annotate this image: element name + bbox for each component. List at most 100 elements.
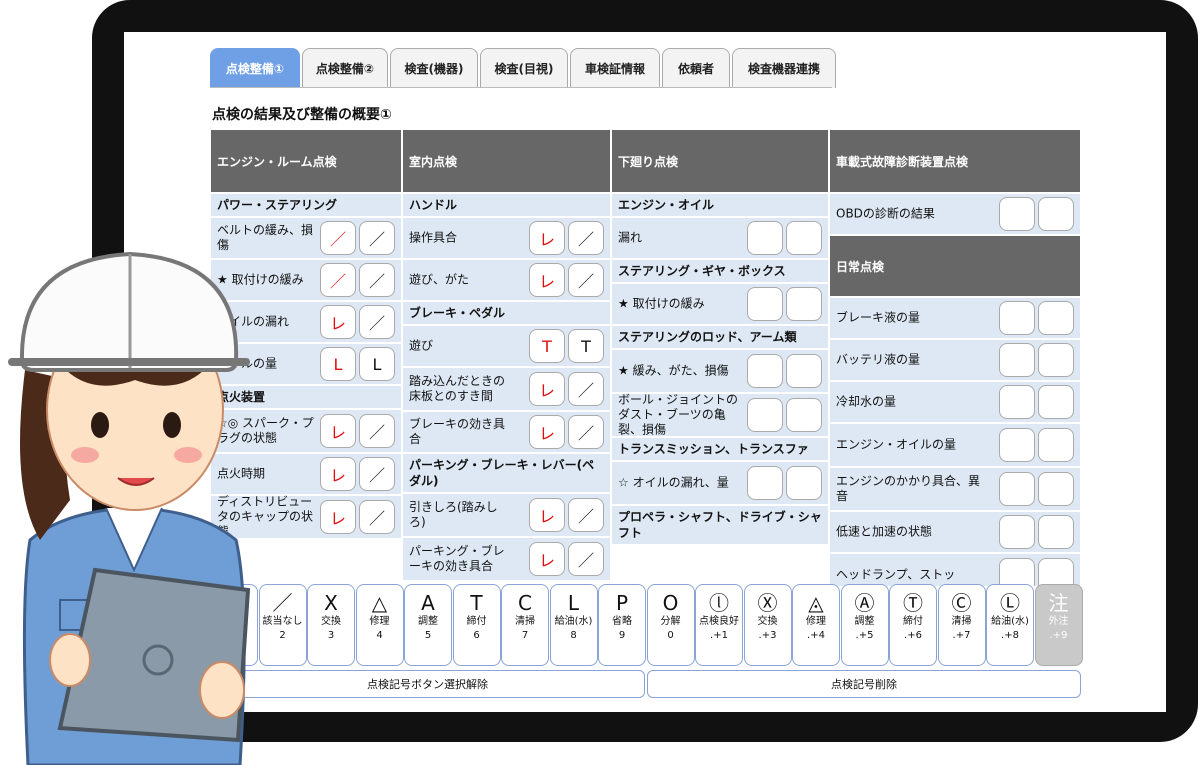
symbol-button[interactable]: Ⓒ 清掃 .+7 — [937, 584, 986, 666]
clear-selection-button[interactable]: 点検記号ボタン選択解除 — [210, 670, 645, 698]
symbol-button[interactable]: A 調整 5 — [404, 584, 452, 666]
maintenance-mark-button[interactable]: ／ — [359, 414, 395, 448]
symbol-button[interactable]: Ⓛ 給油(水) .+8 — [986, 584, 1034, 666]
maintenance-mark-button[interactable]: ／ — [359, 457, 395, 491]
maintenance-mark-button[interactable] — [786, 287, 822, 321]
maintenance-mark-button[interactable] — [1038, 197, 1074, 231]
inspection-row: ボール・ジョイントのダスト・ブーツの亀裂、損傷 — [612, 392, 828, 437]
maintenance-mark-button[interactable]: ／ — [359, 263, 395, 297]
maintenance-mark-button[interactable]: ／ — [568, 221, 604, 255]
result-mark-button[interactable]: レ — [529, 263, 565, 297]
result-mark-button[interactable] — [747, 398, 783, 432]
result-mark-button[interactable] — [747, 287, 783, 321]
maintenance-mark-button[interactable] — [1038, 515, 1074, 549]
symbol-key: 8 — [570, 630, 577, 641]
maintenance-mark-button[interactable]: ／ — [568, 263, 604, 297]
tab-inspection-machine[interactable]: 検査(機器) — [390, 48, 478, 88]
maintenance-mark-button[interactable] — [1038, 385, 1074, 419]
maintenance-mark-button[interactable] — [1038, 472, 1074, 506]
column-header: 車載式故障診断装置点検 — [830, 130, 1080, 192]
symbol-button[interactable]: Ⓣ 締付 .+6 — [889, 584, 937, 666]
symbol-label: 清掃 — [951, 616, 972, 627]
result-mark-button[interactable] — [999, 343, 1035, 377]
tab-inspection-1[interactable]: 点検整備① — [210, 48, 300, 88]
tab-inspection-2[interactable]: 点検整備② — [302, 48, 388, 88]
maintenance-mark-button[interactable]: ／ — [359, 500, 395, 534]
symbol-button[interactable]: T 締付 6 — [452, 584, 501, 666]
maintenance-mark-button[interactable] — [786, 354, 822, 388]
result-mark-button[interactable] — [999, 197, 1035, 231]
tab-device-link[interactable]: 検査機器連携 — [732, 48, 836, 88]
symbol-button[interactable]: X 交換 3 — [307, 584, 355, 666]
inspection-row: エンジンのかかり具合、異音 — [830, 466, 1080, 510]
result-mark-button[interactable] — [999, 301, 1035, 335]
result-mark-button[interactable] — [747, 466, 783, 500]
symbol-button[interactable]: ◬ 修理 .+4 — [792, 584, 840, 666]
symbol-label: 交換 — [321, 616, 341, 627]
result-mark-button[interactable]: L — [320, 347, 356, 381]
symbol-button[interactable]: L 給油(水) 8 — [549, 584, 598, 666]
mark-buttons — [999, 197, 1074, 231]
result-mark-button[interactable]: レ — [320, 305, 356, 339]
result-mark-button[interactable]: ／ — [320, 263, 356, 297]
mark-buttons: レ／ — [529, 415, 604, 449]
symbol-button[interactable]: P 省略 9 — [598, 584, 646, 666]
result-mark-button[interactable] — [999, 428, 1035, 462]
result-mark-button[interactable] — [747, 354, 783, 388]
symbol-glyph: △ — [371, 591, 388, 615]
result-mark-button[interactable] — [747, 221, 783, 255]
result-mark-button[interactable]: レ — [320, 500, 356, 534]
symbol-key: 7 — [521, 630, 529, 641]
maintenance-mark-button[interactable]: ／ — [359, 221, 395, 255]
result-mark-button[interactable]: レ — [529, 498, 565, 532]
maintenance-mark-button[interactable] — [1038, 558, 1074, 586]
inspection-item-label: ☆ オイルの漏れ、量 — [618, 475, 729, 490]
result-mark-button[interactable]: ／ — [320, 221, 356, 255]
maintenance-mark-button[interactable]: ／ — [568, 415, 604, 449]
group-header: 日常点検 — [830, 234, 1080, 296]
result-mark-button[interactable]: レ — [529, 415, 565, 449]
section-title: トランスミッション、トランスファ — [612, 436, 828, 460]
delete-symbol-button[interactable]: 点検記号削除 — [647, 670, 1081, 698]
maintenance-mark-button[interactable]: ／ — [568, 498, 604, 532]
inspection-item-label: エンジンのかかり具合、異音 — [836, 474, 981, 503]
tab-requester[interactable]: 依頼者 — [662, 48, 730, 88]
maintenance-mark-button[interactable]: ／ — [359, 305, 395, 339]
symbol-button[interactable]: ⓛ 点検良好 .+1 — [695, 584, 743, 666]
result-mark-button[interactable] — [999, 558, 1035, 586]
maintenance-mark-button[interactable] — [786, 398, 822, 432]
symbol-button[interactable]: Ⓐ 調整 .+5 — [840, 584, 889, 666]
symbol-button[interactable]: ／該当なし 2 — [258, 584, 307, 666]
maintenance-mark-button[interactable] — [1038, 301, 1074, 335]
mark-buttons: レ／ — [529, 263, 604, 297]
maintenance-mark-button[interactable]: L — [359, 347, 395, 381]
maintenance-mark-button[interactable]: T — [568, 329, 604, 363]
symbol-button[interactable]: O 分解 0 — [646, 584, 695, 666]
symbol-button[interactable]: △ 修理 4 — [355, 584, 404, 666]
maintenance-mark-button[interactable] — [1038, 428, 1074, 462]
maintenance-mark-button[interactable] — [786, 221, 822, 255]
tab-inspection-visual[interactable]: 検査(目視) — [480, 48, 568, 88]
result-mark-button[interactable]: T — [529, 329, 565, 363]
result-mark-button[interactable] — [999, 472, 1035, 506]
maintenance-mark-button[interactable]: ／ — [568, 542, 604, 576]
result-mark-button[interactable]: レ — [529, 372, 565, 406]
result-mark-button[interactable] — [999, 515, 1035, 549]
result-mark-button[interactable] — [999, 385, 1035, 419]
symbol-button[interactable]: C 清掃 7 — [501, 584, 549, 666]
result-mark-button[interactable]: レ — [320, 414, 356, 448]
tab-vehicle-certificate[interactable]: 車検証情報 — [570, 48, 660, 88]
mark-buttons — [747, 354, 822, 388]
maintenance-mark-button[interactable] — [786, 466, 822, 500]
symbol-key: 3 — [327, 630, 335, 641]
result-mark-button[interactable]: レ — [529, 542, 565, 576]
maintenance-mark-button[interactable] — [1038, 343, 1074, 377]
maintenance-mark-button[interactable]: ／ — [568, 372, 604, 406]
symbol-button[interactable]: Ⓧ 交換 .+3 — [743, 584, 792, 666]
result-mark-button[interactable]: レ — [529, 221, 565, 255]
mark-buttons: レ／ — [529, 221, 604, 255]
result-mark-button[interactable]: レ — [320, 457, 356, 491]
inspection-item-label: 遊び、がた — [409, 272, 470, 287]
symbol-button[interactable]: 注外注 .+9 — [1034, 584, 1083, 666]
inspection-item-label: ブレーキ液の量 — [836, 310, 921, 325]
